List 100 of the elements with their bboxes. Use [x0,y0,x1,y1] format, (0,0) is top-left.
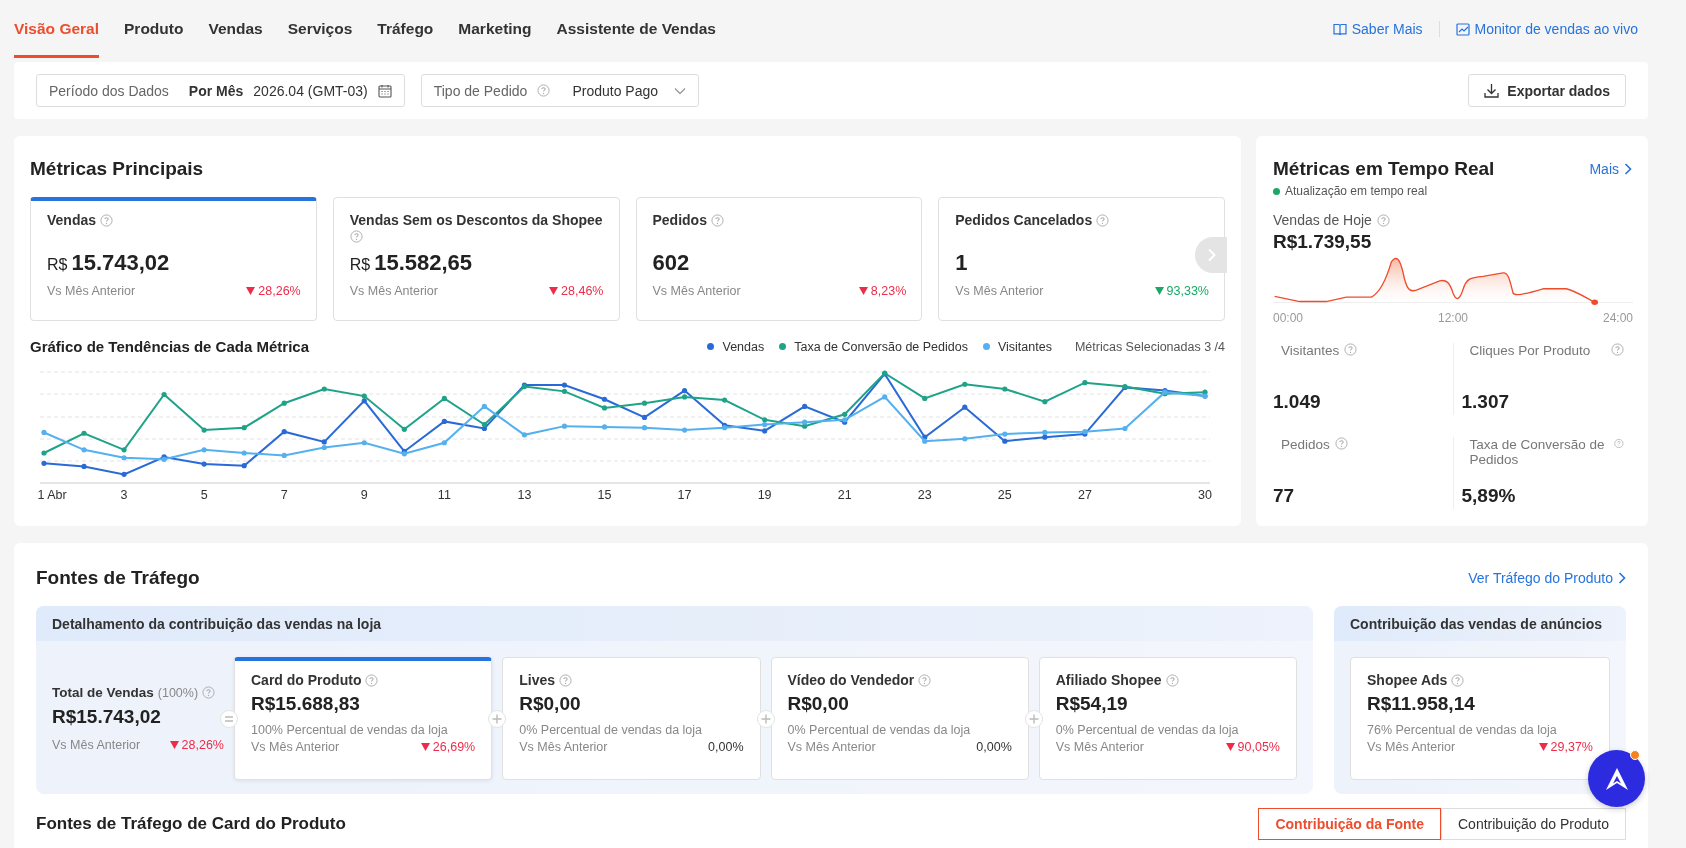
axis-label: 1 Abr [37,488,67,502]
source-card[interactable]: Vídeo do Vendedor R$0,00 0% Percentual de vendas da loja Vs Mês Anterior 0,00% [770,657,1029,780]
panel-title: Contribuição das vendas de anúncios [1334,606,1626,641]
axis-label: 25 [997,488,1012,502]
help-icon[interactable] [537,84,551,97]
axis-label: 23 [917,488,932,502]
metric-card[interactable]: Pedidos 602 Vs Mês Anterior 8,23% [635,197,923,321]
more-link[interactable]: Mais [1589,161,1632,177]
stat-value: 1.049 [1273,391,1322,413]
metric-value: R$1.739,55 [1273,231,1373,253]
help-icon[interactable] [710,213,724,227]
help-icon[interactable] [1451,673,1465,687]
toggle-button[interactable]: Contribuição do Produto [1441,808,1626,840]
chevron-right-icon [1618,572,1626,584]
order-type-dropdown[interactable]: Tipo de Pedido Produto Pago [420,74,699,107]
compare-label: Vs Mês Anterior [652,284,741,298]
status-text: Atualização em tempo real [1285,184,1428,198]
legend-label: Visitantes [997,339,1052,354]
section-title: Métricas Principais [30,158,205,180]
axis-label: 5 [200,488,208,502]
metric-label: Pedidos Cancelados [955,212,1093,228]
source-card[interactable]: Card do Produto R$15.688,83 100% Percentual de vendas da loja Vs Mês Anterior 26,69% [234,657,493,780]
change-percent: 90,05% [1237,740,1280,754]
metric-value: 602 [652,250,690,276]
change-percent: 8,23% [870,284,907,298]
axis-label: 11 [437,488,451,502]
chevron-right-icon [1624,163,1632,175]
share-text: 0% Percentual de vendas da loja [519,723,703,737]
help-icon[interactable] [1344,343,1358,356]
nav-tab[interactable]: Produto [124,0,184,58]
metric-label: Vendas [47,212,97,228]
change-percent: 28,46% [561,284,604,298]
nav-tab[interactable]: Vendas [208,0,263,58]
header-link[interactable]: Monitor de vendas ao vivo [1455,21,1638,37]
metric-label: Vendas Sem os Descontos da Shopee [349,212,603,228]
plus-icon [1024,709,1043,728]
source-label: Card do Produto [251,672,362,688]
plus-icon [756,709,775,728]
plus-icon [488,709,507,728]
axis-label: 24:00 [1602,311,1633,325]
share-text: 76% Percentual de vendas da loja [1367,723,1558,737]
help-icon[interactable] [1165,673,1179,687]
metric-value: 15.582,65 [374,250,473,276]
help-icon[interactable] [349,230,363,243]
stat-value: 77 [1273,485,1296,507]
axis-label: 9 [360,488,368,502]
traffic-link[interactable]: Ver Tráfego do Produto [1468,570,1626,586]
nav-tab[interactable]: Serviços [287,0,353,58]
metric-card[interactable]: Vendas Sem os Descontos da Shopee R$ 15.582,65 Vs Mês Anterior 28,46% [332,197,620,321]
stat-value: 1.307 [1461,391,1511,413]
source-label: Vídeo do Vendedor [787,672,915,688]
period-field[interactable]: Período dos Dados Por Mês 2026.04 (GMT-03) [36,74,405,107]
source-card[interactable]: Afiliado Shopee R$54,19 0% Percentual de vendas da loja Vs Mês Anterior 90,05% [1038,657,1297,780]
compare-label: Vs Mês Anterior [519,740,608,754]
metric-card[interactable]: Pedidos Cancelados 1 Vs Mês Anterior 93,33% [938,197,1225,321]
axis-label: 17 [677,488,692,502]
change-percent: 28,26% [181,738,224,752]
help-icon[interactable] [1334,437,1348,450]
compare-label: Vs Mês Anterior [1055,740,1144,754]
source-label: Lives [519,672,556,688]
axis-label: 3 [120,488,128,502]
nav-tab[interactable]: Tráfego [377,0,434,58]
help-icon[interactable] [1096,213,1110,227]
help-icon[interactable] [365,673,379,687]
help-icon[interactable] [918,673,932,687]
section-title: Métricas em Tempo Real [1273,158,1495,180]
axis-label: 30 [1198,488,1212,502]
source-card[interactable]: Shopee Ads R$11.958,14 76% Percentual de vendas da loja Vs Mês Anterior 29,37% [1350,657,1610,780]
stat-value: 5,89% [1461,485,1517,507]
help-icon[interactable] [1376,213,1390,227]
header-link[interactable]: Saber Mais [1332,21,1423,37]
toggle-button[interactable]: Contribuição da Fonte [1258,808,1441,840]
stat-label: Pedidos [1281,437,1330,452]
next-button[interactable] [1195,237,1227,273]
compare-label: Vs Mês Anterior [251,740,340,754]
stat-label: Taxa de Conversão de Pedidos [1469,437,1606,467]
help-icon[interactable] [202,686,216,699]
help-icon[interactable] [1611,343,1624,356]
compare-label: Vs Mês Anterior [47,284,136,298]
compare-label: Vs Mês Anterior [787,740,876,754]
axis-label: 00:00 [1273,311,1304,325]
metric-value: 15.743,02 [71,250,170,276]
help-icon[interactable] [100,213,114,227]
metric-value: 1 [955,250,968,276]
axis-label: 12:00 [1438,311,1468,325]
change-percent: 0,00% [708,740,744,754]
source-card[interactable]: Lives R$0,00 0% Percentual de vendas da loja Vs Mês Anterior 0,00% [502,657,761,780]
notification-dot [1630,750,1640,760]
source-value: R$11.958,14 [1367,693,1476,715]
metric-card[interactable]: Vendas R$ 15.743,02 Vs Mês Anterior 28,26% [30,197,317,321]
calendar-icon [377,83,392,98]
legend-label: Vendas [722,339,765,354]
share-text: 100% Percentual de vendas da loja [251,723,449,737]
nav-tab[interactable]: Assistente de Vendas [556,0,716,58]
total-label: Total de Vendas [52,685,154,700]
export-button[interactable]: Exportar dados [1468,74,1626,107]
help-icon[interactable] [1614,437,1624,450]
nav-tab[interactable]: Marketing [458,0,532,58]
change-percent: 28,26% [258,284,301,298]
help-icon[interactable] [559,673,573,687]
